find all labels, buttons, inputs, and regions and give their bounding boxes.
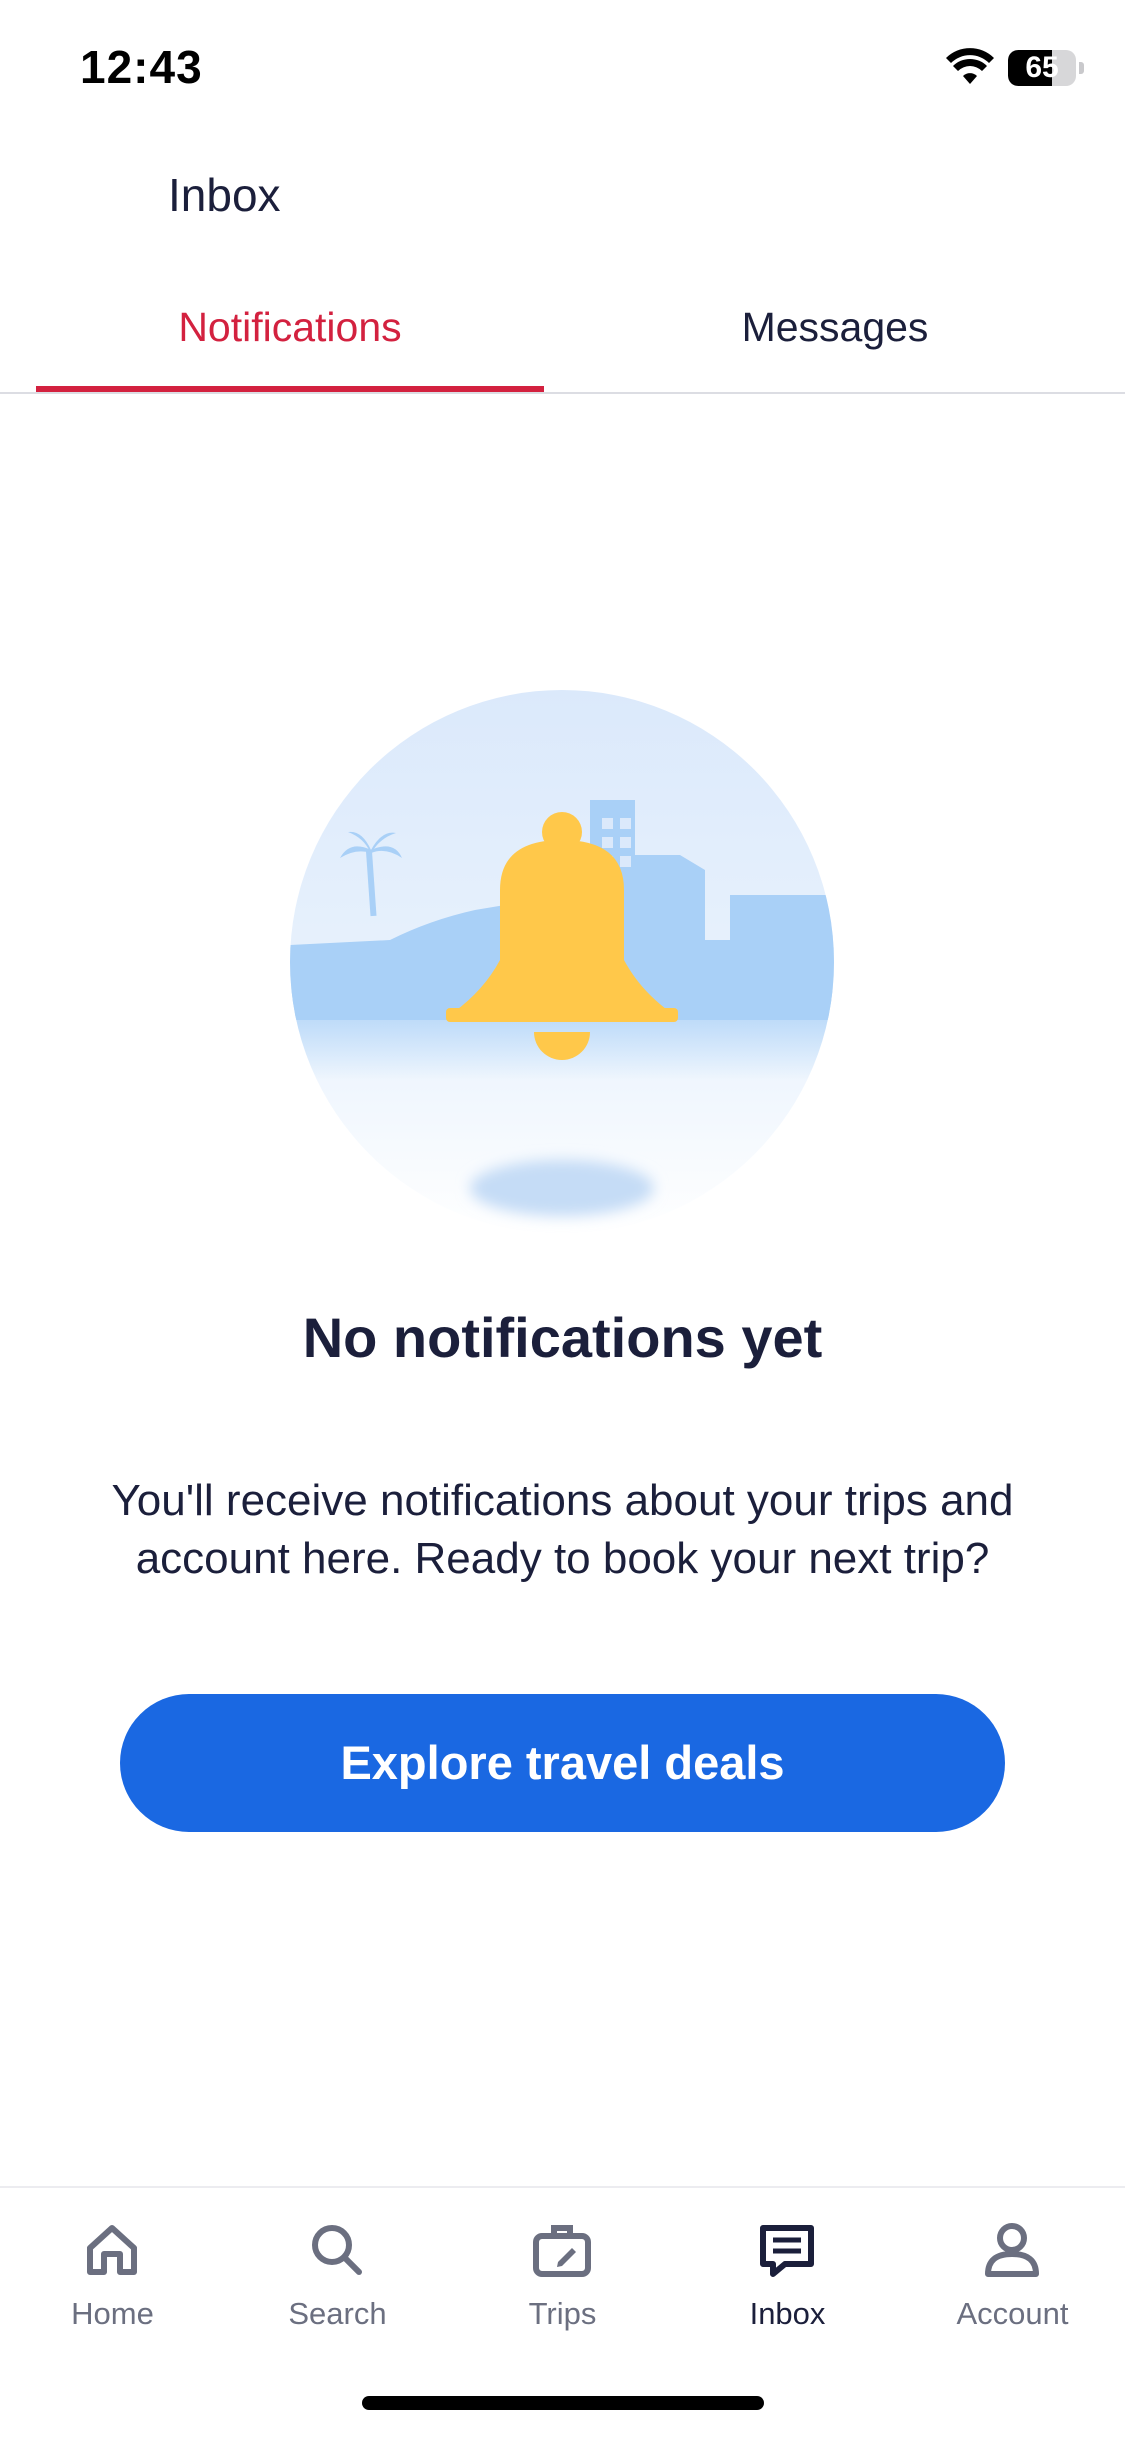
suitcase-icon — [533, 2225, 591, 2277]
page-title: Inbox — [168, 169, 281, 221]
inbox-tabs: Notifications Messages — [0, 290, 1125, 394]
empty-state-body: You'll receive notifications about your … — [111, 1476, 1014, 1583]
battery-icon: 65 — [1008, 50, 1076, 86]
home-icon — [87, 2225, 137, 2275]
battery-level: 65 — [1025, 51, 1059, 84]
nav-item-account[interactable]: Account — [900, 2188, 1125, 2368]
nav-label-home: Home — [71, 2296, 154, 2331]
account-icon — [985, 2223, 1039, 2277]
home-indicator — [362, 2396, 764, 2410]
nav-item-search[interactable]: Search — [225, 2188, 450, 2368]
bell-icon — [290, 690, 834, 1234]
tab-notifications-label: Notifications — [178, 304, 402, 350]
status-time: 12:43 — [80, 41, 203, 93]
search-icon — [312, 2225, 362, 2275]
inbox-icon — [760, 2225, 814, 2277]
explore-travel-deals-button[interactable]: Explore travel deals — [120, 1694, 1005, 1832]
nav-item-inbox[interactable]: Inbox — [675, 2188, 900, 2368]
nav-label-inbox: Inbox — [749, 2296, 826, 2331]
nav-label-search: Search — [288, 2296, 387, 2331]
status-bar: 12:43 65 — [0, 0, 1125, 140]
tab-messages-label: Messages — [741, 304, 929, 350]
nav-label-trips: Trips — [528, 2296, 597, 2331]
nav-item-home[interactable]: Home — [0, 2188, 225, 2368]
empty-state-title: No notifications yet — [302, 1306, 823, 1369]
wifi-icon — [946, 48, 994, 84]
active-tab-underline — [36, 386, 544, 392]
tab-notifications[interactable]: Notifications — [36, 290, 544, 392]
battery-cap — [1079, 62, 1084, 74]
tab-messages[interactable]: Messages — [580, 290, 1090, 390]
nav-label-account: Account — [956, 2296, 1069, 2331]
nav-item-trips[interactable]: Trips — [450, 2188, 675, 2368]
